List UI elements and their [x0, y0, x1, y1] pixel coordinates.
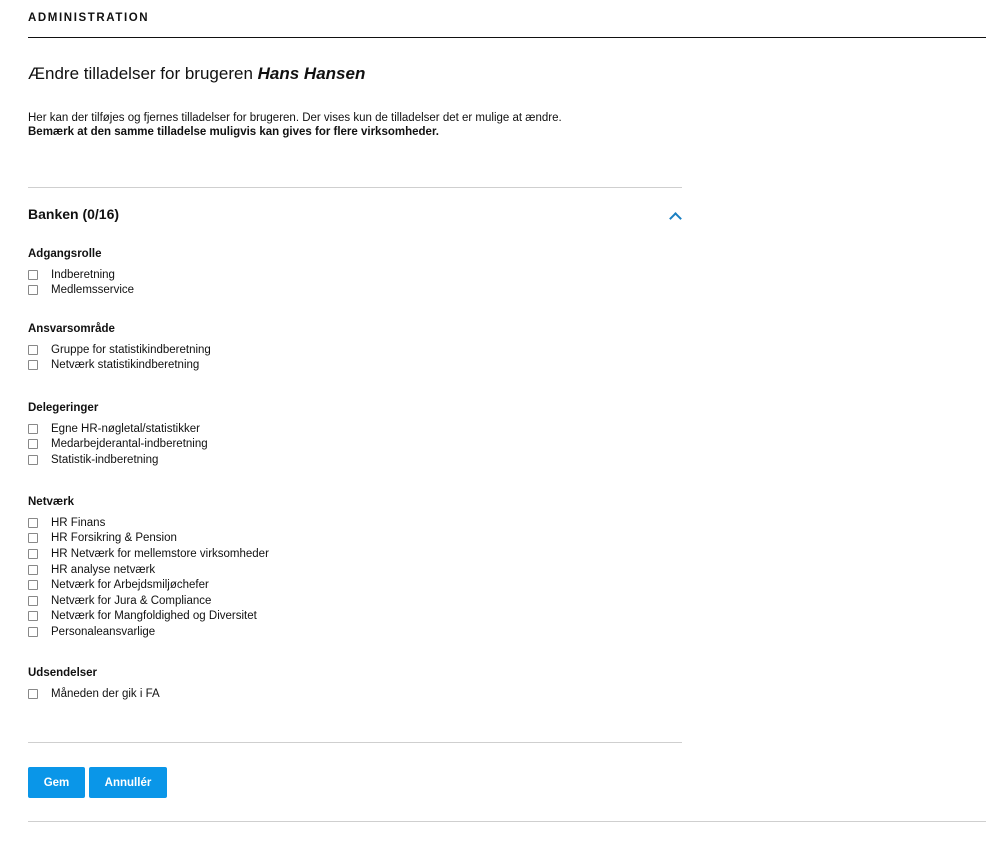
- checkbox[interactable]: [28, 454, 38, 465]
- permission-option[interactable]: Måneden der gik i FA: [28, 686, 428, 702]
- checkbox[interactable]: [28, 533, 38, 544]
- checkbox[interactable]: [28, 439, 38, 450]
- option-label: Netværk for Jura & Compliance: [51, 594, 212, 607]
- permission-group-delegeringer: Delegeringer Egne HR-nøgletal/statistikk…: [28, 401, 428, 468]
- option-label: Indberetning: [51, 268, 115, 281]
- footer-divider: [28, 821, 986, 822]
- checkbox[interactable]: [28, 423, 38, 434]
- option-label: HR analyse netværk: [51, 563, 156, 576]
- checkbox[interactable]: [28, 269, 38, 280]
- permission-option[interactable]: Statistik-indberetning: [28, 452, 428, 468]
- option-label: Netværk for Mangfoldighed og Diversitet: [51, 610, 257, 623]
- permission-option[interactable]: Personaleansvarlige: [28, 624, 428, 640]
- option-label: HR Netværk for mellemstore virksomheder: [51, 547, 269, 560]
- permission-option[interactable]: Netværk for Mangfoldighed og Diversitet: [28, 609, 428, 625]
- permission-group-netvaerk: Netværk HR Finans HR Forsikring & Pensio…: [28, 495, 428, 640]
- group-title: Adgangsrolle: [28, 248, 102, 260]
- user-name: Hans Hansen: [257, 64, 366, 83]
- intro-line: Her kan der tilføjes og fjernes tilladel…: [28, 112, 562, 124]
- option-label: Gruppe for statistikindberetning: [51, 343, 211, 356]
- checkbox[interactable]: [28, 611, 38, 622]
- option-label: Medarbejderantal-indberetning: [51, 438, 208, 451]
- option-label: Netværk statistikindberetning: [51, 359, 200, 372]
- header-divider: [28, 37, 986, 38]
- permission-option[interactable]: Indberetning: [28, 267, 428, 283]
- group-title: Delegeringer: [28, 402, 99, 414]
- permission-option[interactable]: Medlemsservice: [28, 283, 428, 299]
- option-label: Personaleansvarlige: [51, 625, 156, 638]
- permission-option[interactable]: Netværk statistikindberetning: [28, 358, 428, 374]
- permission-option[interactable]: Netværk for Arbejdsmiljøchefer: [28, 577, 428, 593]
- option-label: HR Forsikring & Pension: [51, 532, 177, 545]
- section-toggle-banken[interactable]: Banken (0/16): [28, 206, 682, 226]
- permission-option[interactable]: Medarbejderantal-indberetning: [28, 437, 428, 453]
- page-title: Ændre tilladelser for brugeren Hans Hans…: [28, 64, 365, 84]
- option-label: Medlemsservice: [51, 284, 135, 297]
- section-divider-top: [28, 187, 682, 188]
- option-label: HR Finans: [51, 516, 106, 529]
- permission-option[interactable]: Egne HR-nøgletal/statistikker: [28, 421, 428, 437]
- checkbox[interactable]: [28, 548, 38, 559]
- checkbox[interactable]: [28, 344, 38, 355]
- section-divider-bottom: [28, 742, 682, 743]
- checkbox[interactable]: [28, 564, 38, 575]
- permission-option[interactable]: HR analyse netværk: [28, 562, 428, 578]
- option-label: Statistik-indberetning: [51, 453, 159, 466]
- checkbox[interactable]: [28, 626, 38, 637]
- group-title: Netværk: [28, 496, 75, 508]
- permission-group-ansvarsomraade: Ansvarsområde Gruppe for statistikindber…: [28, 322, 428, 373]
- group-title: Udsendelser: [28, 667, 98, 679]
- checkbox[interactable]: [28, 580, 38, 591]
- page-title-prefix: Ændre tilladelser for brugeren: [28, 64, 258, 83]
- save-button[interactable]: Gem: [28, 767, 85, 798]
- permission-group-udsendelser: Udsendelser Måneden der gik i FA: [28, 666, 428, 702]
- intro-text: Her kan der tilføjes og fjernes tilladel…: [28, 111, 728, 139]
- checkbox[interactable]: [28, 595, 38, 606]
- chevron-up-icon[interactable]: [669, 212, 682, 225]
- permission-option[interactable]: HR Finans: [28, 515, 428, 531]
- checkbox[interactable]: [28, 517, 38, 528]
- permission-group-adgangsrolle: Adgangsrolle Indberetning Medlemsservice: [28, 247, 428, 298]
- permission-option[interactable]: Gruppe for statistikindberetning: [28, 342, 428, 358]
- checkbox[interactable]: [28, 285, 38, 296]
- admin-header-label: ADMINISTRATION: [28, 12, 150, 24]
- intro-note: Bemærk at den samme tilladelse muligvis …: [28, 126, 439, 138]
- option-label: Netværk for Arbejdsmiljøchefer: [51, 579, 209, 592]
- group-title: Ansvarsområde: [28, 323, 115, 335]
- checkbox[interactable]: [28, 688, 38, 699]
- option-label: Egne HR-nøgletal/statistikker: [51, 422, 200, 435]
- checkbox[interactable]: [28, 360, 38, 371]
- permission-option[interactable]: Netværk for Jura & Compliance: [28, 593, 428, 609]
- permission-option[interactable]: HR Netværk for mellemstore virksomheder: [28, 546, 428, 562]
- option-label: Måneden der gik i FA: [51, 687, 160, 700]
- section-title: Banken (0/16): [28, 206, 120, 222]
- cancel-button[interactable]: Annullér: [89, 767, 167, 798]
- permission-option[interactable]: HR Forsikring & Pension: [28, 531, 428, 547]
